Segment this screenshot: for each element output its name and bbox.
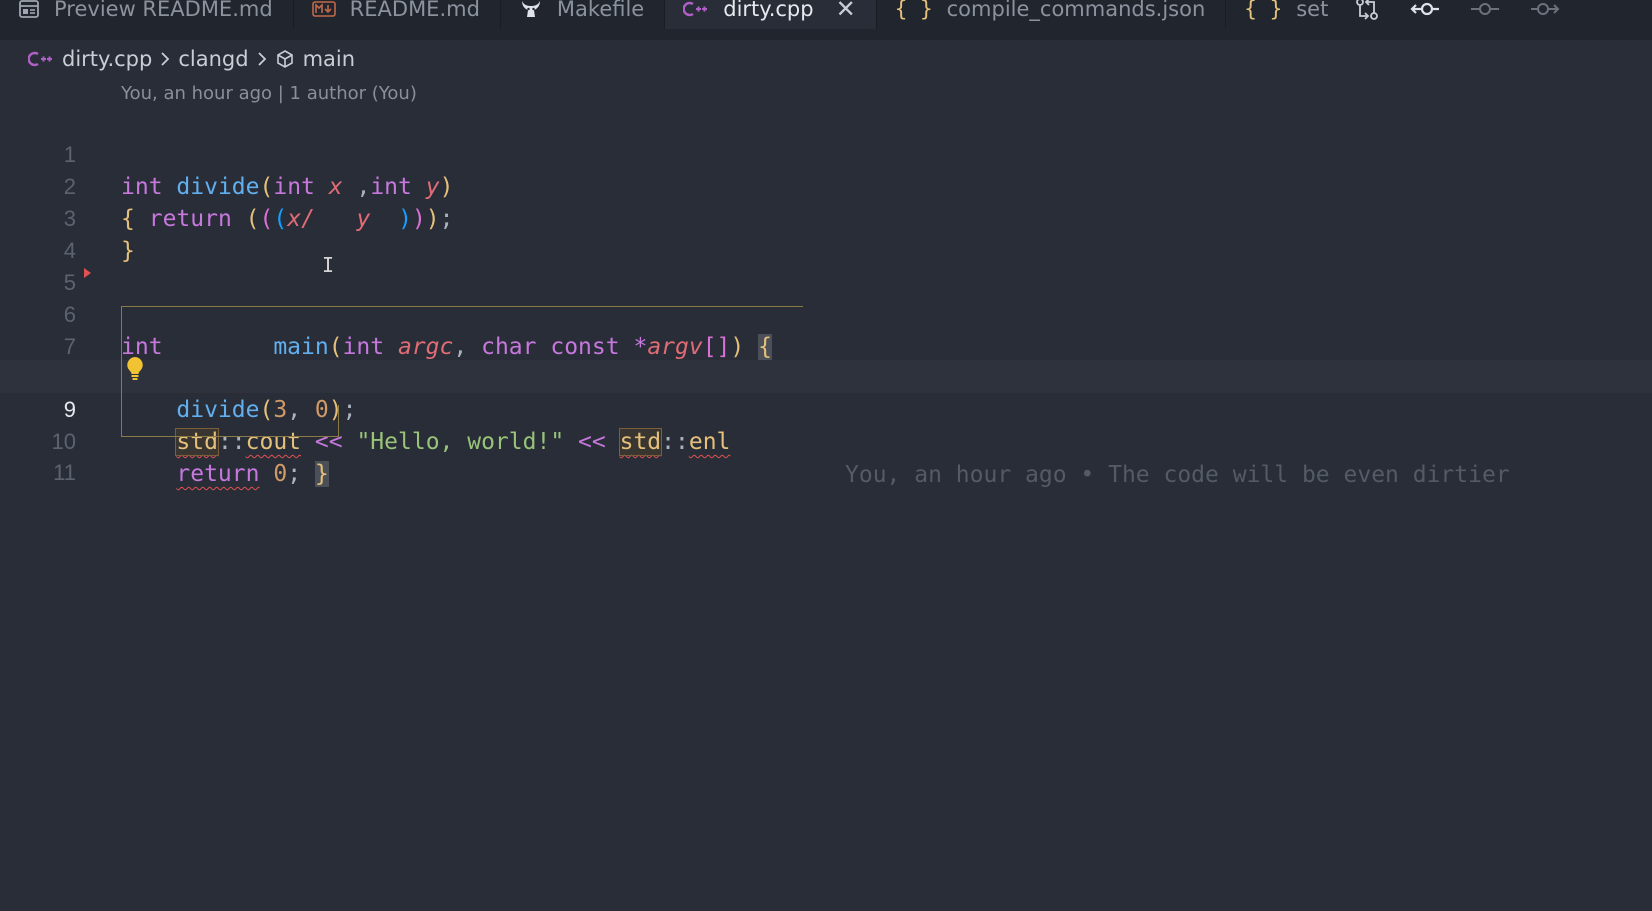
close-icon[interactable]: ✕ [836,0,856,21]
error-marker-icon [84,268,91,278]
bracket-scope-outline [121,306,803,307]
tab-dirty-cpp[interactable]: dirty.cpp ✕ [665,0,877,29]
bracket-scope-outline [338,405,339,437]
tab-set[interactable]: { } set [1226,0,1334,29]
cpp-icon [683,0,709,18]
bracket-scope-outline [121,306,122,437]
code-line[interactable]: 10 return 0; } [0,392,1652,487]
tab-bar: Preview README.md README.md Makefile dir… [0,0,1652,40]
tab-label: README.md [349,0,480,21]
breadcrumb: dirty.cpp clangd main [28,42,355,76]
preview-icon [18,0,40,20]
markdown-icon [311,0,336,18]
code-line[interactable]: 1 int divide(int x ,int y) [0,105,1652,200]
inline-blame[interactable]: You, an hour ago • The code will be even… [845,459,1510,492]
chevron-right-icon [257,51,267,67]
code-line[interactable]: 2 { return (((x/ y ))); [0,137,1652,232]
tab-readme[interactable]: README.md [294,0,501,29]
git-commit-icon[interactable] [1470,0,1500,19]
tab-label: Makefile [556,0,645,21]
cpp-icon [28,50,54,68]
lightbulb-icon[interactable] [124,355,146,387]
token: } [314,461,329,487]
gnu-icon [519,0,543,20]
text-cursor-icon: I [322,253,335,277]
code-line[interactable]: 5 [0,233,1652,295]
code-line[interactable]: 4 [0,201,1652,263]
git-commit-next-icon[interactable] [1530,0,1560,19]
token: 0 [273,461,288,487]
tab-label: dirty.cpp [723,0,814,21]
editor-actions [1334,0,1560,29]
tab-makefile[interactable]: Makefile [501,0,666,29]
tab-compile-commands[interactable]: { } compile_commands.json [877,0,1227,29]
token: return [176,461,260,487]
cube-icon [275,49,295,69]
codelens-blame[interactable]: You, an hour ago | 1 author (You) [121,82,417,106]
code-line[interactable]: 7 [0,297,1652,359]
token: ; [287,461,302,487]
breadcrumb-folder[interactable]: clangd [178,47,248,71]
code-line[interactable]: 3 } [0,169,1652,264]
tab-preview-readme[interactable]: Preview README.md [0,0,294,29]
breadcrumb-symbol[interactable]: main [303,47,355,71]
compare-changes-icon[interactable] [1354,0,1380,21]
json-braces-icon: { } [894,0,933,21]
tab-label: Preview README.md [54,0,273,21]
code-line[interactable]: 6 int main(int argc, char const *argv[])… [0,265,1652,360]
chevron-right-icon [160,51,170,67]
tab-label: compile_commands.json [946,0,1206,21]
code-line[interactable]: 11 [0,423,1652,485]
git-commit-prev-icon[interactable] [1410,0,1440,19]
line-number: 11 [53,460,76,485]
tab-label: set [1296,0,1329,21]
code-line-current[interactable]: 9 std::cout << "Hello, world!" << std::e… [0,360,1652,488]
code-line[interactable]: 8 divide(3, 0); [0,328,1652,423]
breadcrumb-file[interactable]: dirty.cpp [62,47,152,71]
json-braces-icon: { } [1244,0,1283,21]
bracket-scope-outline [121,436,339,437]
